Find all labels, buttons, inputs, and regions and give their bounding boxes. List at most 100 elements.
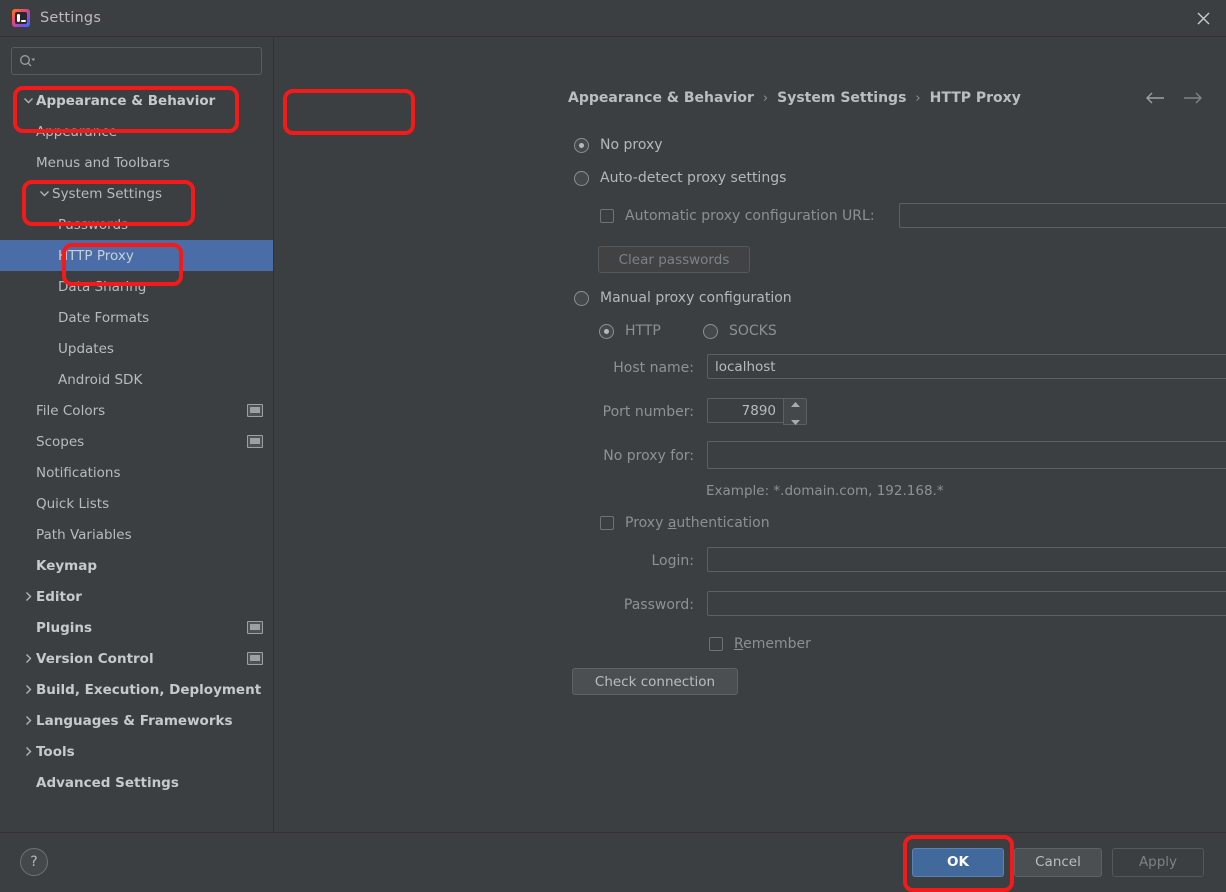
host-name-input[interactable] (707, 354, 1226, 379)
chevron-down-icon[interactable] (20, 95, 36, 106)
sidebar-item-system-settings[interactable]: System Settings (0, 178, 273, 209)
sidebar-item-plugins[interactable]: Plugins (0, 612, 273, 643)
proxy-auth-checkbox[interactable] (600, 516, 614, 530)
sidebar-item-notifications[interactable]: Notifications (0, 457, 273, 488)
remember-checkbox[interactable] (709, 637, 723, 651)
chevron-right-icon[interactable] (20, 715, 36, 726)
sidebar-item-date-formats[interactable]: Date Formats (0, 302, 273, 333)
sidebar-item-advanced-settings[interactable]: Advanced Settings (0, 767, 273, 798)
sidebar-item-updates[interactable]: Updates (0, 333, 273, 364)
no-proxy-for-input[interactable] (708, 443, 1226, 467)
chevron-up-icon[interactable] (790, 395, 800, 411)
sidebar-item-label: Updates (58, 340, 114, 357)
manual-proxy-option[interactable]: Manual proxy configuration (574, 290, 792, 306)
no-proxy-radio[interactable] (574, 137, 589, 153)
port-number-label: Port number: (602, 404, 694, 420)
settings-dialog: Settings Appearance & Behavior Appearanc… (0, 0, 1226, 892)
password-input[interactable] (707, 591, 1226, 616)
manual-proxy-radio[interactable] (574, 290, 589, 306)
chevron-right-icon[interactable] (20, 591, 36, 602)
auto-config-url-checkbox[interactable] (600, 209, 614, 223)
sidebar-item-menus-and-toolbars[interactable]: Menus and Toolbars (0, 147, 273, 178)
clear-passwords-button[interactable]: Clear passwords (598, 246, 750, 273)
sidebar-item-http-proxy[interactable]: HTTP Proxy (0, 240, 273, 271)
search-area (0, 37, 273, 81)
check-connection-button[interactable]: Check connection (572, 668, 738, 695)
sidebar-item-label: Quick Lists (36, 495, 110, 512)
sidebar-item-path-variables[interactable]: Path Variables (0, 519, 273, 550)
sidebar-item-android-sdk[interactable]: Android SDK (0, 364, 273, 395)
sidebar-item-label: Appearance (36, 123, 118, 140)
port-spinner-buttons[interactable] (783, 398, 807, 425)
remember-row[interactable]: Remember (709, 636, 811, 652)
chevron-right-icon[interactable] (20, 684, 36, 695)
sidebar-item-label: Keymap (36, 557, 98, 574)
protocol-http-option[interactable]: HTTP (599, 323, 661, 339)
sidebar-item-label: Date Formats (58, 309, 150, 326)
port-number-input[interactable] (707, 398, 783, 423)
sidebar-item-version-control[interactable]: Version Control (0, 643, 273, 674)
socks-radio[interactable] (703, 323, 718, 339)
chevron-down-icon[interactable] (790, 413, 800, 429)
sidebar-item-file-colors[interactable]: File Colors (0, 395, 273, 426)
breadcrumb-separator-1: › (762, 90, 769, 106)
login-label: Login: (651, 553, 695, 569)
arrow-left-icon[interactable] (1144, 91, 1166, 105)
sidebar-item-keymap[interactable]: Keymap (0, 550, 273, 581)
http-radio[interactable] (599, 323, 614, 339)
proxy-auth-row[interactable]: Proxy authentication (600, 515, 770, 531)
remember-text: emember (743, 636, 811, 652)
monitor-icon (247, 621, 263, 634)
sidebar-item-editor[interactable]: Editor (0, 581, 273, 612)
settings-tree[interactable]: Appearance & Behavior Appearance Menus and… (0, 81, 273, 832)
dialog-body: Appearance & Behavior Appearance Menus and… (0, 37, 1226, 832)
proxy-auth-text-1: Proxy (625, 515, 668, 531)
cancel-button[interactable]: Cancel (1014, 847, 1102, 877)
sidebar-item-quick-lists[interactable]: Quick Lists (0, 488, 273, 519)
port-number-spinner[interactable] (707, 398, 807, 425)
sidebar-item-data-sharing[interactable]: Data Sharing (0, 271, 273, 302)
breadcrumb-item-appearance-behavior[interactable]: Appearance & Behavior (568, 90, 754, 106)
chevron-right-icon[interactable] (20, 746, 36, 757)
footer-buttons: OK Cancel Apply (912, 847, 1204, 877)
breadcrumb-nav (1144, 91, 1204, 105)
sidebar-item-tools[interactable]: Tools (0, 736, 273, 767)
protocol-socks-option[interactable]: SOCKS (703, 323, 777, 339)
sidebar-item-label: Data Sharing (58, 278, 147, 295)
intellij-idea-icon (12, 9, 30, 27)
sidebar-item-build-execution-deployment[interactable]: Build, Execution, Deployment (0, 674, 273, 705)
settings-sidebar: Appearance & Behavior Appearance Menus and… (0, 37, 274, 832)
sidebar-item-appearance[interactable]: Appearance (0, 116, 273, 147)
auto-config-url-input[interactable] (899, 203, 1226, 228)
ok-button[interactable]: OK (912, 847, 1004, 877)
http-label: HTTP (625, 323, 661, 339)
sidebar-item-passwords[interactable]: Passwords (0, 209, 273, 240)
no-proxy-for-field[interactable] (707, 441, 1226, 469)
search-input[interactable] (35, 50, 261, 72)
sidebar-item-appearance-behavior[interactable]: Appearance & Behavior (0, 85, 273, 116)
close-icon[interactable] (1180, 0, 1226, 36)
proxy-auth-text-2: uthentication (676, 515, 770, 531)
arrow-right-icon[interactable] (1182, 91, 1204, 105)
sidebar-item-languages-frameworks[interactable]: Languages & Frameworks (0, 705, 273, 736)
sidebar-item-label: Menus and Toolbars (36, 154, 170, 171)
breadcrumb: Appearance & Behavior › System Settings … (568, 90, 1021, 106)
breadcrumb-item-system-settings[interactable]: System Settings (777, 90, 906, 106)
search-box[interactable] (11, 47, 262, 75)
apply-button[interactable]: Apply (1112, 847, 1204, 877)
chevron-down-icon[interactable] (36, 188, 52, 199)
auto-detect-radio[interactable] (574, 170, 589, 186)
sidebar-item-label: System Settings (52, 185, 163, 202)
auto-detect-option[interactable]: Auto-detect proxy settings (574, 170, 786, 186)
title-bar: Settings (0, 0, 1226, 37)
login-input[interactable] (707, 547, 1226, 572)
window-title: Settings (40, 10, 102, 26)
no-proxy-label: No proxy (600, 137, 663, 153)
sidebar-item-scopes[interactable]: Scopes (0, 426, 273, 457)
chevron-right-icon[interactable] (20, 653, 36, 664)
sidebar-item-label: Passwords (58, 216, 129, 233)
help-icon[interactable]: ? (20, 848, 48, 876)
remember-mnemonic: R (734, 636, 744, 652)
no-proxy-option[interactable]: No proxy (574, 137, 663, 153)
sidebar-item-label: File Colors (36, 402, 106, 419)
